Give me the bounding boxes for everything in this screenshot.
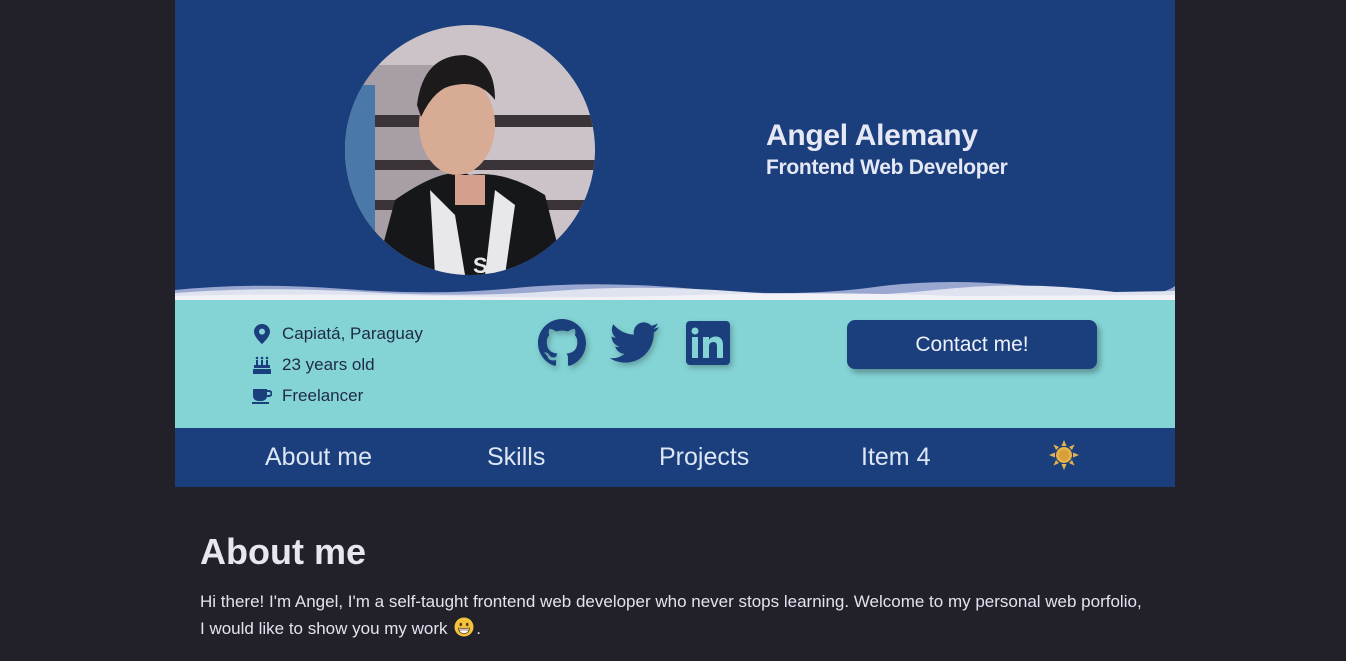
birthday-cake-icon: [252, 355, 272, 375]
grinning-face-icon: [454, 617, 474, 645]
profile-role: Frontend Web Developer: [766, 156, 1008, 179]
portfolio-page: ST Angel Alemany Frontend Web Developer …: [175, 0, 1175, 487]
linkedin-icon: [686, 320, 730, 370]
main-nav: About me Skills Projects Item 4: [175, 428, 1175, 487]
social-links: [537, 318, 756, 372]
about-paragraph-end: .: [476, 619, 482, 638]
fact-occupation: Freelancer: [252, 380, 423, 411]
personal-facts: Capiatá, Paraguay 23 years old Freelance…: [252, 318, 423, 411]
theme-toggle-button[interactable]: [1048, 439, 1080, 475]
about-paragraph-text: Hi there! I'm Angel, I'm a self-taught f…: [200, 592, 1142, 638]
sun-icon: [1049, 439, 1079, 475]
fact-age-text: 23 years old: [282, 354, 375, 374]
about-paragraph: Hi there! I'm Angel, I'm a self-taught f…: [200, 588, 1150, 645]
github-link[interactable]: [537, 318, 587, 372]
twitter-icon: [609, 321, 660, 369]
contact-button[interactable]: Contact me!: [847, 320, 1097, 369]
fact-location-text: Capiatá, Paraguay: [282, 323, 423, 343]
nav-item-projects[interactable]: Projects: [659, 428, 749, 487]
about-title: About me: [200, 531, 366, 572]
header-wave-divider: [175, 281, 1175, 300]
about-section: About me Hi there! I'm Angel, I'm a self…: [200, 528, 1150, 645]
profile-name: Angel Alemany: [766, 119, 978, 152]
location-pin-icon: [252, 323, 272, 344]
fact-location: Capiatá, Paraguay: [252, 318, 423, 349]
fact-occupation-text: Freelancer: [282, 385, 364, 405]
profile-photo: ST: [345, 25, 595, 275]
linkedin-link[interactable]: [683, 320, 733, 370]
svg-text:ST: ST: [473, 253, 502, 275]
github-icon: [538, 318, 586, 372]
profile-header: ST Angel Alemany Frontend Web Developer: [175, 0, 1175, 300]
nav-item-about-me[interactable]: About me: [265, 428, 372, 487]
info-bar: Capiatá, Paraguay 23 years old Freelance…: [175, 300, 1175, 428]
coffee-cup-icon: [252, 386, 272, 406]
nav-item-skills[interactable]: Skills: [487, 428, 545, 487]
nav-item-item-4[interactable]: Item 4: [861, 428, 930, 487]
twitter-link[interactable]: [609, 320, 660, 370]
profile-identity: Angel Alemany Frontend Web Developer: [766, 118, 1008, 182]
fact-age: 23 years old: [252, 349, 423, 380]
